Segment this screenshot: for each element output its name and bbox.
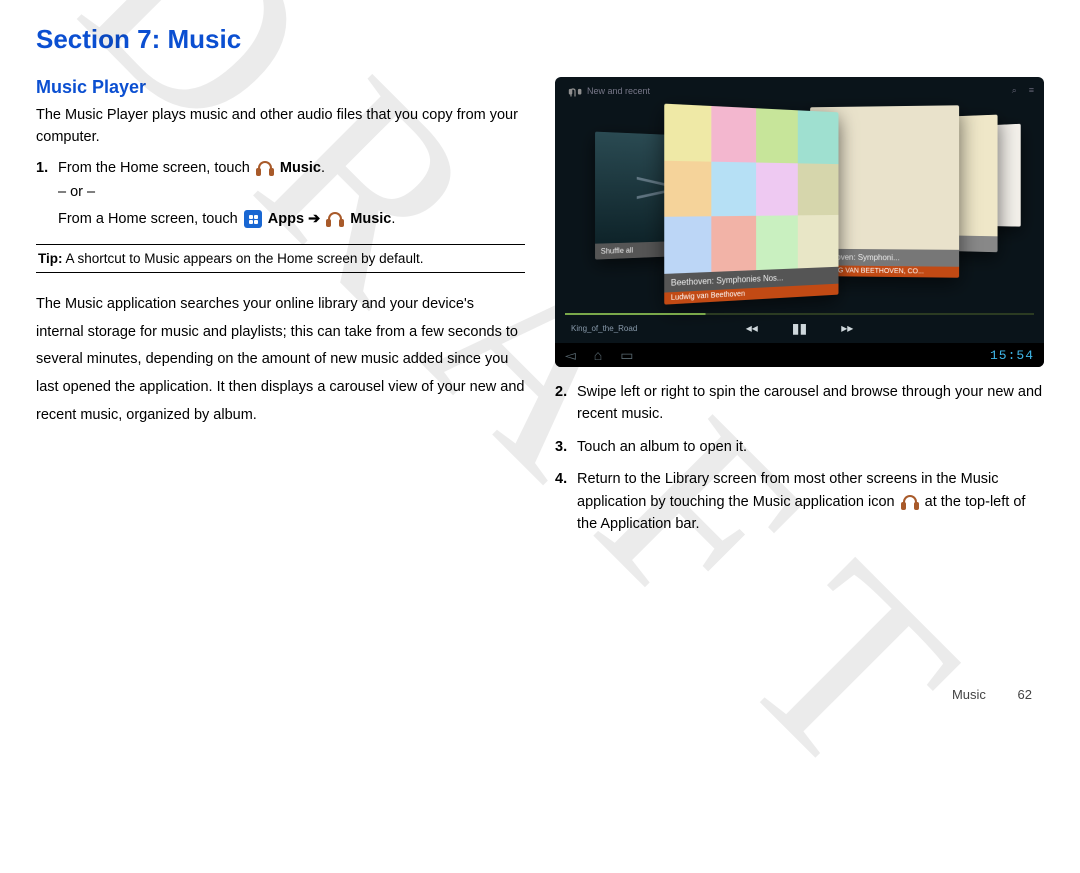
album-card-1: Beethoven: Symphonies Nos... Ludwig van … [664, 104, 838, 305]
description-text: The Music application searches your onli… [36, 291, 525, 429]
music-player-heading: Music Player [36, 77, 525, 98]
home-icon: ⌂ [594, 347, 602, 364]
search-icon: ⌕ [1012, 85, 1017, 96]
recent-apps-icon: ▭ [620, 347, 633, 364]
step2-text: Swipe left or right to spin the carousel… [577, 384, 1042, 422]
or-divider: – or – [58, 181, 525, 203]
progress-bar [565, 313, 1034, 315]
now-playing-title: King_of_the_Road [571, 324, 637, 333]
step1-music-label: Music [280, 160, 321, 176]
music-app-icon [901, 494, 919, 510]
step-number: 3. [555, 436, 567, 458]
step-number: 4. [555, 468, 567, 490]
step-number: 1. [36, 157, 48, 179]
menu-icon: ≡ [1029, 85, 1034, 96]
status-clock: 15:54 [990, 348, 1034, 363]
playback-bar: King_of_the_Road ◂◂ ▮▮ ▸▸ [565, 317, 1034, 339]
step-1: 1. From the Home screen, touch Music. – … [58, 157, 525, 230]
right-column: New and recent ⌕ ≡ Shuffle all Beethoven… [555, 77, 1044, 546]
arrow-icon: ➔ [308, 211, 320, 227]
step-number: 2. [555, 381, 567, 403]
step-3: 3. Touch an album to open it. [577, 436, 1044, 458]
music-app-icon [569, 87, 577, 94]
tip-label: Tip: [38, 251, 63, 266]
next-icon: ▸▸ [841, 321, 853, 335]
step1b-text: From a Home screen, touch [58, 211, 242, 227]
back-icon: ◅ [565, 347, 576, 364]
section-title: Section 7: Music [36, 24, 1044, 55]
left-column: Music Player The Music Player plays musi… [36, 77, 525, 546]
intro-paragraph: The Music Player plays music and other a… [36, 104, 525, 149]
system-bar: ◅ ⌂ ▭ 15:54 [555, 343, 1044, 367]
apps-grid-icon [244, 210, 262, 228]
tip-box: Tip: A shortcut to Music appears on the … [36, 244, 525, 273]
page-footer: Music 62 [952, 687, 1032, 702]
step3-text: Touch an album to open it. [577, 439, 747, 455]
screenshot-header: New and recent ⌕ ≡ [565, 85, 1034, 96]
footer-page-number: 62 [1018, 687, 1032, 702]
apps-label: Apps [268, 211, 304, 227]
music-label-2: Music [350, 211, 391, 227]
steps-list-left: 1. From the Home screen, touch Music. – … [36, 157, 525, 230]
steps-list-right: 2. Swipe left or right to spin the carou… [555, 381, 1044, 536]
two-column-layout: Music Player The Music Player plays musi… [36, 77, 1044, 546]
step-4: 4. Return to the Library screen from mos… [577, 468, 1044, 535]
album-carousel: Shuffle all Beethoven: Symphonies Nos...… [555, 117, 1044, 317]
pause-icon: ▮▮ [792, 320, 807, 337]
music-app-screenshot: New and recent ⌕ ≡ Shuffle all Beethoven… [555, 77, 1044, 367]
music-app-icon [256, 160, 274, 176]
description-paragraph: The Music application searches your onli… [36, 291, 525, 429]
prev-icon: ◂◂ [746, 321, 758, 335]
music-app-icon [326, 211, 344, 227]
step-2: 2. Swipe left or right to spin the carou… [577, 381, 1044, 426]
tip-text: A shortcut to Music appears on the Home … [63, 251, 424, 266]
screenshot-header-title: New and recent [587, 86, 650, 96]
step1-text-a: From the Home screen, touch [58, 160, 254, 176]
footer-section: Music [952, 687, 986, 702]
